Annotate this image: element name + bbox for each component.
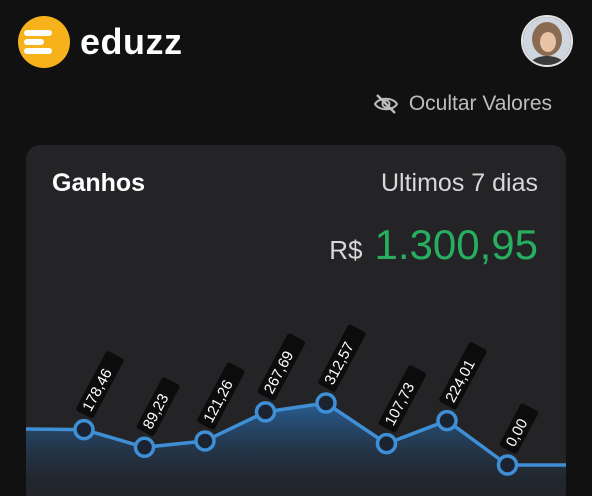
data-label-text: 267,69 [261,348,298,397]
brand-name: eduzz [80,21,183,62]
brand-logo[interactable]: eduzz [18,16,183,68]
chart-point[interactable] [436,409,458,432]
chart-point[interactable] [73,418,95,441]
chart-data-label: 0,00 [499,403,538,454]
hide-values-toggle[interactable]: Ocultar Valores [373,92,552,116]
chart-point[interactable] [375,432,398,455]
data-label-text: 224,01 [442,357,479,406]
chart-point[interactable] [496,454,519,476]
chart-point[interactable] [254,401,277,423]
chart-point[interactable] [194,430,216,452]
chart-data-label: 107,73 [378,365,427,433]
chart-data-label: 121,26 [197,362,245,430]
data-label-text: 121,26 [200,377,237,426]
eduzz-logo-icon [18,16,70,68]
hide-values-label: Ocultar Valores [408,92,552,115]
user-avatar[interactable] [521,15,573,67]
chart-data-label: 178,46 [76,351,124,419]
chart-data-label: 89,23 [136,377,180,436]
data-label-text: 107,73 [382,380,419,429]
eye-off-icon [373,94,398,114]
chart-data-label: 312,57 [318,324,366,392]
data-label-text: 178,46 [79,366,116,415]
avatar-image [523,17,571,65]
app-header: eduzz [0,0,592,90]
earnings-card: Ganhos Ultimos 7 dias R$ 1.300,95 178,46… [26,145,566,496]
chart-point[interactable] [133,436,156,459]
chart-data-label: 267,69 [257,333,306,401]
chart-point[interactable] [315,392,337,414]
earnings-chart: 178,46 89,23 121,26 267,69 312,57 107,73 224,0… [26,324,566,496]
data-label-text: 312,57 [321,339,358,388]
chart-data-label: 224,01 [439,342,487,410]
